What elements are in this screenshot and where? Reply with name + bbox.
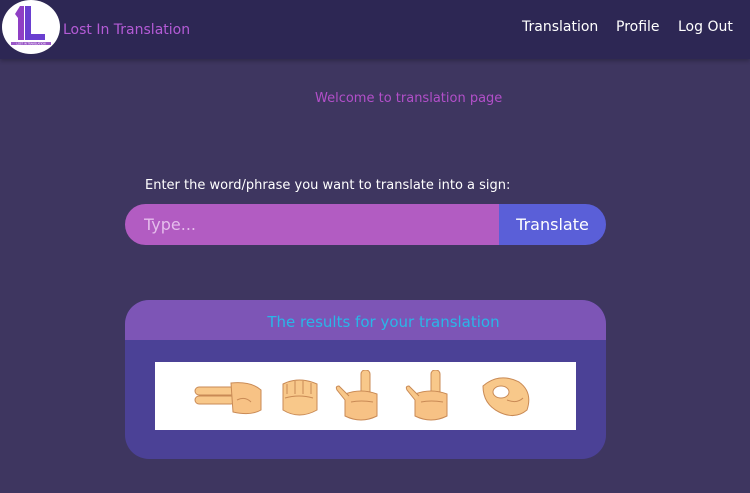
hand-sign-o-icon — [482, 377, 530, 416]
hand-sign-l-icon — [405, 370, 448, 421]
hand-sign-e-icon — [282, 379, 318, 416]
svg-text:LOST IN TRANSLATION: LOST IN TRANSLATION — [16, 42, 45, 46]
translation-input-bar: Translate — [125, 204, 606, 245]
nav-link-translation[interactable]: Translation — [522, 19, 598, 35]
results-header: The results for your translation — [125, 300, 606, 340]
translation-input-label: Enter the word/phrase you want to transl… — [145, 178, 511, 193]
app-logo[interactable]: LOST IN TRANSLATION — [2, 0, 60, 54]
hand-sign-h-icon — [194, 382, 262, 415]
signs-display — [155, 362, 576, 430]
navbar: LOST IN TRANSLATION Lost In Translation … — [0, 0, 750, 59]
app-title[interactable]: Lost In Translation — [63, 22, 190, 38]
hand-sign-l-icon — [335, 370, 378, 421]
results-title: The results for your translation — [267, 313, 500, 331]
results-card: The results for your translation — [125, 300, 606, 459]
translate-button[interactable]: Translate — [499, 204, 606, 245]
translation-input[interactable] — [125, 204, 499, 245]
nav-link-logout[interactable]: Log Out — [678, 19, 733, 35]
welcome-message: Welcome to translation page — [315, 91, 503, 106]
nav-link-profile[interactable]: Profile — [616, 19, 660, 35]
